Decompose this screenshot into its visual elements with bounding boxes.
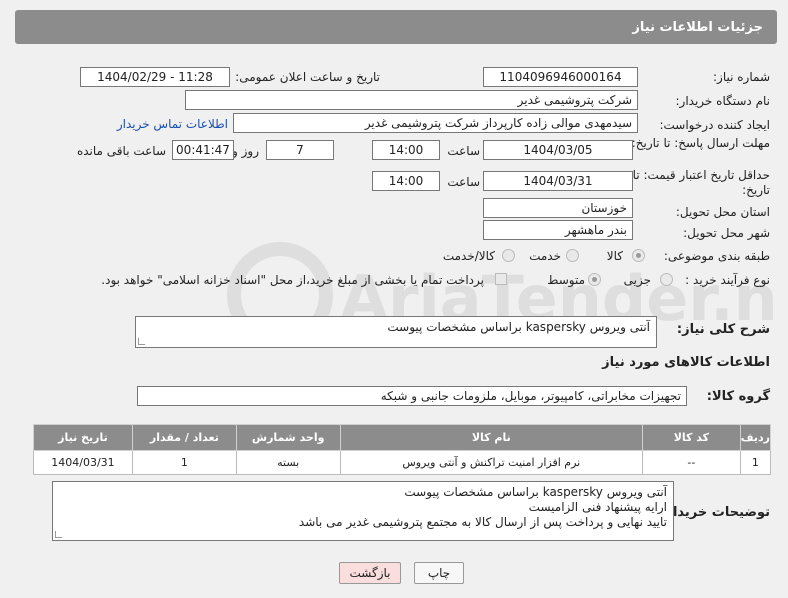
remaining-time-field: 00:41:47 [172, 140, 234, 160]
purchase-radio-medium[interactable] [588, 273, 601, 286]
need-number-field: 1104096946000164 [483, 67, 638, 87]
requester-field: سیدمهدی موالی زاده کارپرداز شرکت پتروشیم… [233, 113, 638, 133]
buyer-notes-line: ارایه پیشنهاد فنی الزامیست [528, 500, 667, 514]
price-validity-date: 1404/03/31 [483, 171, 633, 191]
buyer-notes-textarea[interactable]: آنتی ویروس kaspersky براساس مشخصات پیوست… [52, 481, 674, 541]
resize-grip-icon[interactable] [138, 338, 145, 345]
treasury-payment-note: پرداخت تمام یا بخشی از مبلغ خرید،از محل … [101, 273, 484, 287]
delivery-city-field: بندر ماهشهر [483, 220, 633, 240]
items-table: ردیف کد کالا نام کالا واحد شمارش تعداد /… [33, 424, 772, 475]
need-number-label: شماره نیاز: [713, 70, 770, 84]
purchase-radio-minor[interactable] [660, 273, 673, 286]
category-radio-goods-service[interactable] [502, 249, 515, 262]
price-validity-label: حداقل تاریخ اعتبار قیمت: تا تاریخ: [632, 168, 770, 197]
requester-label: ایجاد کننده درخواست: [659, 118, 770, 132]
reply-deadline-date: 1404/03/05 [483, 140, 633, 160]
category-option-service: خدمت [529, 249, 561, 263]
announce-datetime-label: تاریخ و ساعت اعلان عمومی: [235, 70, 380, 84]
cell-name: نرم افزار امنیت تراکنش و آنتی ویروس [339, 450, 643, 475]
remaining-time-label: ساعت باقی مانده [76, 144, 166, 158]
price-validity-time-label: ساعت [447, 175, 480, 189]
reply-deadline-days-label: روز و [232, 144, 259, 158]
cell-qty: 1 [131, 450, 237, 475]
reply-deadline-days: 7 [266, 140, 334, 160]
delivery-province-field: خوزستان [483, 198, 633, 218]
category-option-goods-service: کالا/خدمت [442, 249, 495, 263]
purchase-option-minor: جزیی [623, 273, 651, 287]
col-unit: واحد شمارش [235, 424, 341, 451]
description-label: شرح کلی نیاز: [676, 322, 770, 337]
purchase-type-label: نوع فرآیند خرید : [685, 273, 770, 287]
category-label: طبقه بندی موضوعی: [663, 249, 770, 263]
buyer-notes-label: توضیحات خریدار: [660, 505, 770, 520]
category-radio-goods[interactable] [632, 249, 645, 262]
category-radio-service[interactable] [566, 249, 579, 262]
buyer-notes-line: تایید نهایی و پرداخت پس از ارسال کالا به… [298, 515, 667, 529]
cell-row: 1 [739, 450, 772, 475]
back-button[interactable]: بازگشت [339, 562, 401, 584]
reply-deadline-time-label: ساعت [447, 144, 480, 158]
col-code: کد کالا [641, 424, 741, 451]
items-table-header: ردیف کد کالا نام کالا واحد شمارش تعداد /… [33, 424, 772, 451]
page-header: جزئیات اطلاعات نیاز [15, 10, 777, 44]
delivery-province-label: استان محل تحویل: [675, 205, 770, 219]
goods-group-field: تجهیزات مخابراتی، کامپیوتر، موبایل، ملزو… [137, 386, 687, 406]
buyer-contact-link[interactable]: اطلاعات تماس خریدار [117, 117, 228, 131]
buyer-org-field: شرکت پتروشیمی غدیر [185, 90, 638, 110]
col-row: ردیف [739, 424, 772, 451]
col-name: نام کالا [339, 424, 643, 451]
print-button[interactable]: چاپ [414, 562, 464, 584]
reply-deadline-time: 14:00 [372, 140, 440, 160]
category-option-goods: کالا [606, 249, 623, 263]
announce-datetime-field: 1404/02/29 - 11:28 [80, 67, 230, 87]
description-text: آنتی ویروس kaspersky براساس مشخصات پیوست [387, 320, 650, 334]
col-date: تاریخ نیاز [33, 424, 133, 451]
col-qty: تعداد / مقدار [131, 424, 237, 451]
cell-unit: بسته [235, 450, 341, 475]
cell-code: -- [641, 450, 741, 475]
purchase-option-medium: متوسط [547, 273, 585, 287]
cell-date: 1404/03/31 [33, 450, 133, 475]
reply-deadline-label: مهلت ارسال پاسخ: تا تاریخ: [631, 136, 770, 150]
description-textarea[interactable]: آنتی ویروس kaspersky براساس مشخصات پیوست [135, 316, 657, 348]
page-title: جزئیات اطلاعات نیاز [632, 20, 763, 35]
items-section-title: اطلاعات کالاهای مورد نیاز [602, 355, 770, 370]
buyer-org-label: نام دستگاه خریدار: [675, 94, 771, 108]
price-validity-time: 14:00 [372, 171, 440, 191]
treasury-payment-checkbox[interactable] [495, 273, 507, 285]
goods-group-label: گروه کالا: [706, 389, 770, 404]
table-row: 1 -- نرم افزار امنیت تراکنش و آنتی ویروس… [33, 450, 772, 475]
resize-grip-icon[interactable] [55, 531, 62, 538]
delivery-city-label: شهر محل تحویل: [683, 226, 770, 240]
buyer-notes-line: آنتی ویروس kaspersky براساس مشخصات پیوست [404, 485, 667, 499]
